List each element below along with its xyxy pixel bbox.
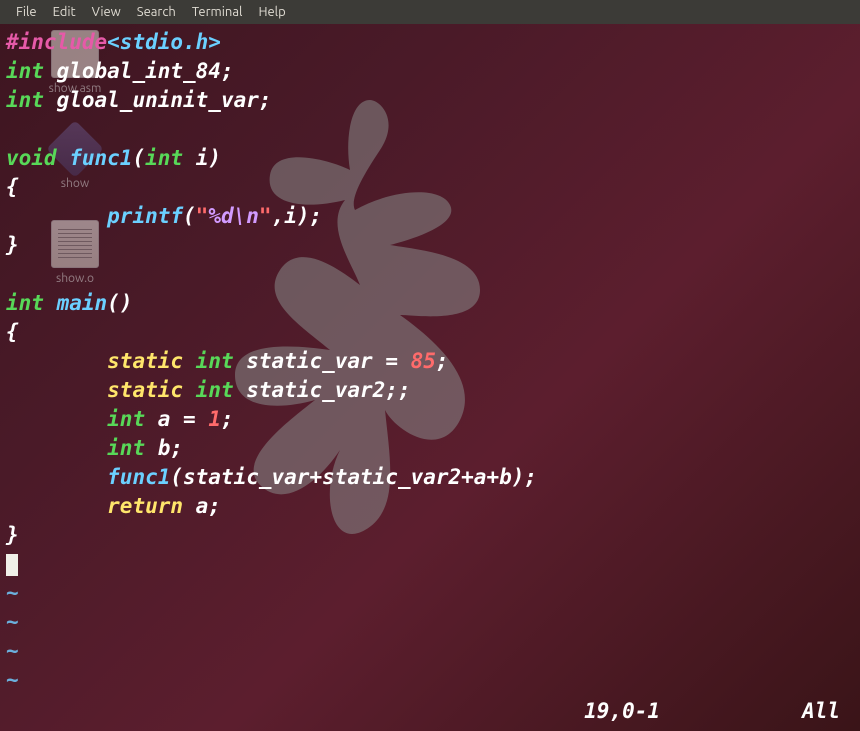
- storage-token: static: [107, 378, 183, 402]
- cursor-position: 19,0-1: [584, 699, 660, 723]
- type-token: int: [145, 146, 183, 170]
- empty-line-tilde: ~: [6, 639, 19, 663]
- menu-bar: File Edit View Search Terminal Help: [0, 0, 860, 24]
- code-text: gloal_uninit_var;: [44, 88, 272, 112]
- include-header: <stdio.h>: [107, 30, 221, 54]
- code-text: global_int_84;: [44, 59, 234, 83]
- menu-search[interactable]: Search: [129, 5, 184, 19]
- type-token: void: [6, 146, 57, 170]
- empty-line-tilde: ~: [6, 610, 19, 634]
- brace: }: [6, 233, 19, 257]
- type-token: int: [6, 291, 44, 315]
- number-token: 1: [208, 407, 221, 431]
- vim-statusline: 19,0-1 All: [0, 699, 860, 727]
- type-token: int: [107, 436, 145, 460]
- preproc-token: #include: [6, 30, 107, 54]
- type-token: int: [6, 59, 44, 83]
- scroll-percent: All: [802, 699, 840, 723]
- brace: }: [6, 523, 19, 547]
- menu-view[interactable]: View: [84, 5, 129, 19]
- menu-edit[interactable]: Edit: [45, 5, 84, 19]
- format-spec: %d\n: [208, 204, 259, 228]
- menu-terminal[interactable]: Terminal: [184, 5, 251, 19]
- empty-line-tilde: ~: [6, 581, 19, 605]
- cursor: [6, 554, 18, 576]
- func-name: func1: [69, 146, 132, 170]
- type-token: int: [107, 407, 145, 431]
- type-token: int: [196, 378, 234, 402]
- type-token: int: [6, 88, 44, 112]
- brace: {: [6, 320, 19, 344]
- func-name: printf: [107, 204, 183, 228]
- func-name: main: [57, 291, 108, 315]
- return-token: return: [107, 494, 183, 518]
- storage-token: static: [107, 349, 183, 373]
- brace: {: [6, 175, 19, 199]
- empty-line-tilde: ~: [6, 668, 19, 692]
- menu-file[interactable]: File: [8, 5, 45, 19]
- editor-content[interactable]: #include<stdio.h> int global_int_84; int…: [0, 24, 860, 731]
- type-token: int: [196, 349, 234, 373]
- func-name: func1: [107, 465, 170, 489]
- menu-help[interactable]: Help: [250, 5, 293, 19]
- number-token: 85: [411, 349, 436, 373]
